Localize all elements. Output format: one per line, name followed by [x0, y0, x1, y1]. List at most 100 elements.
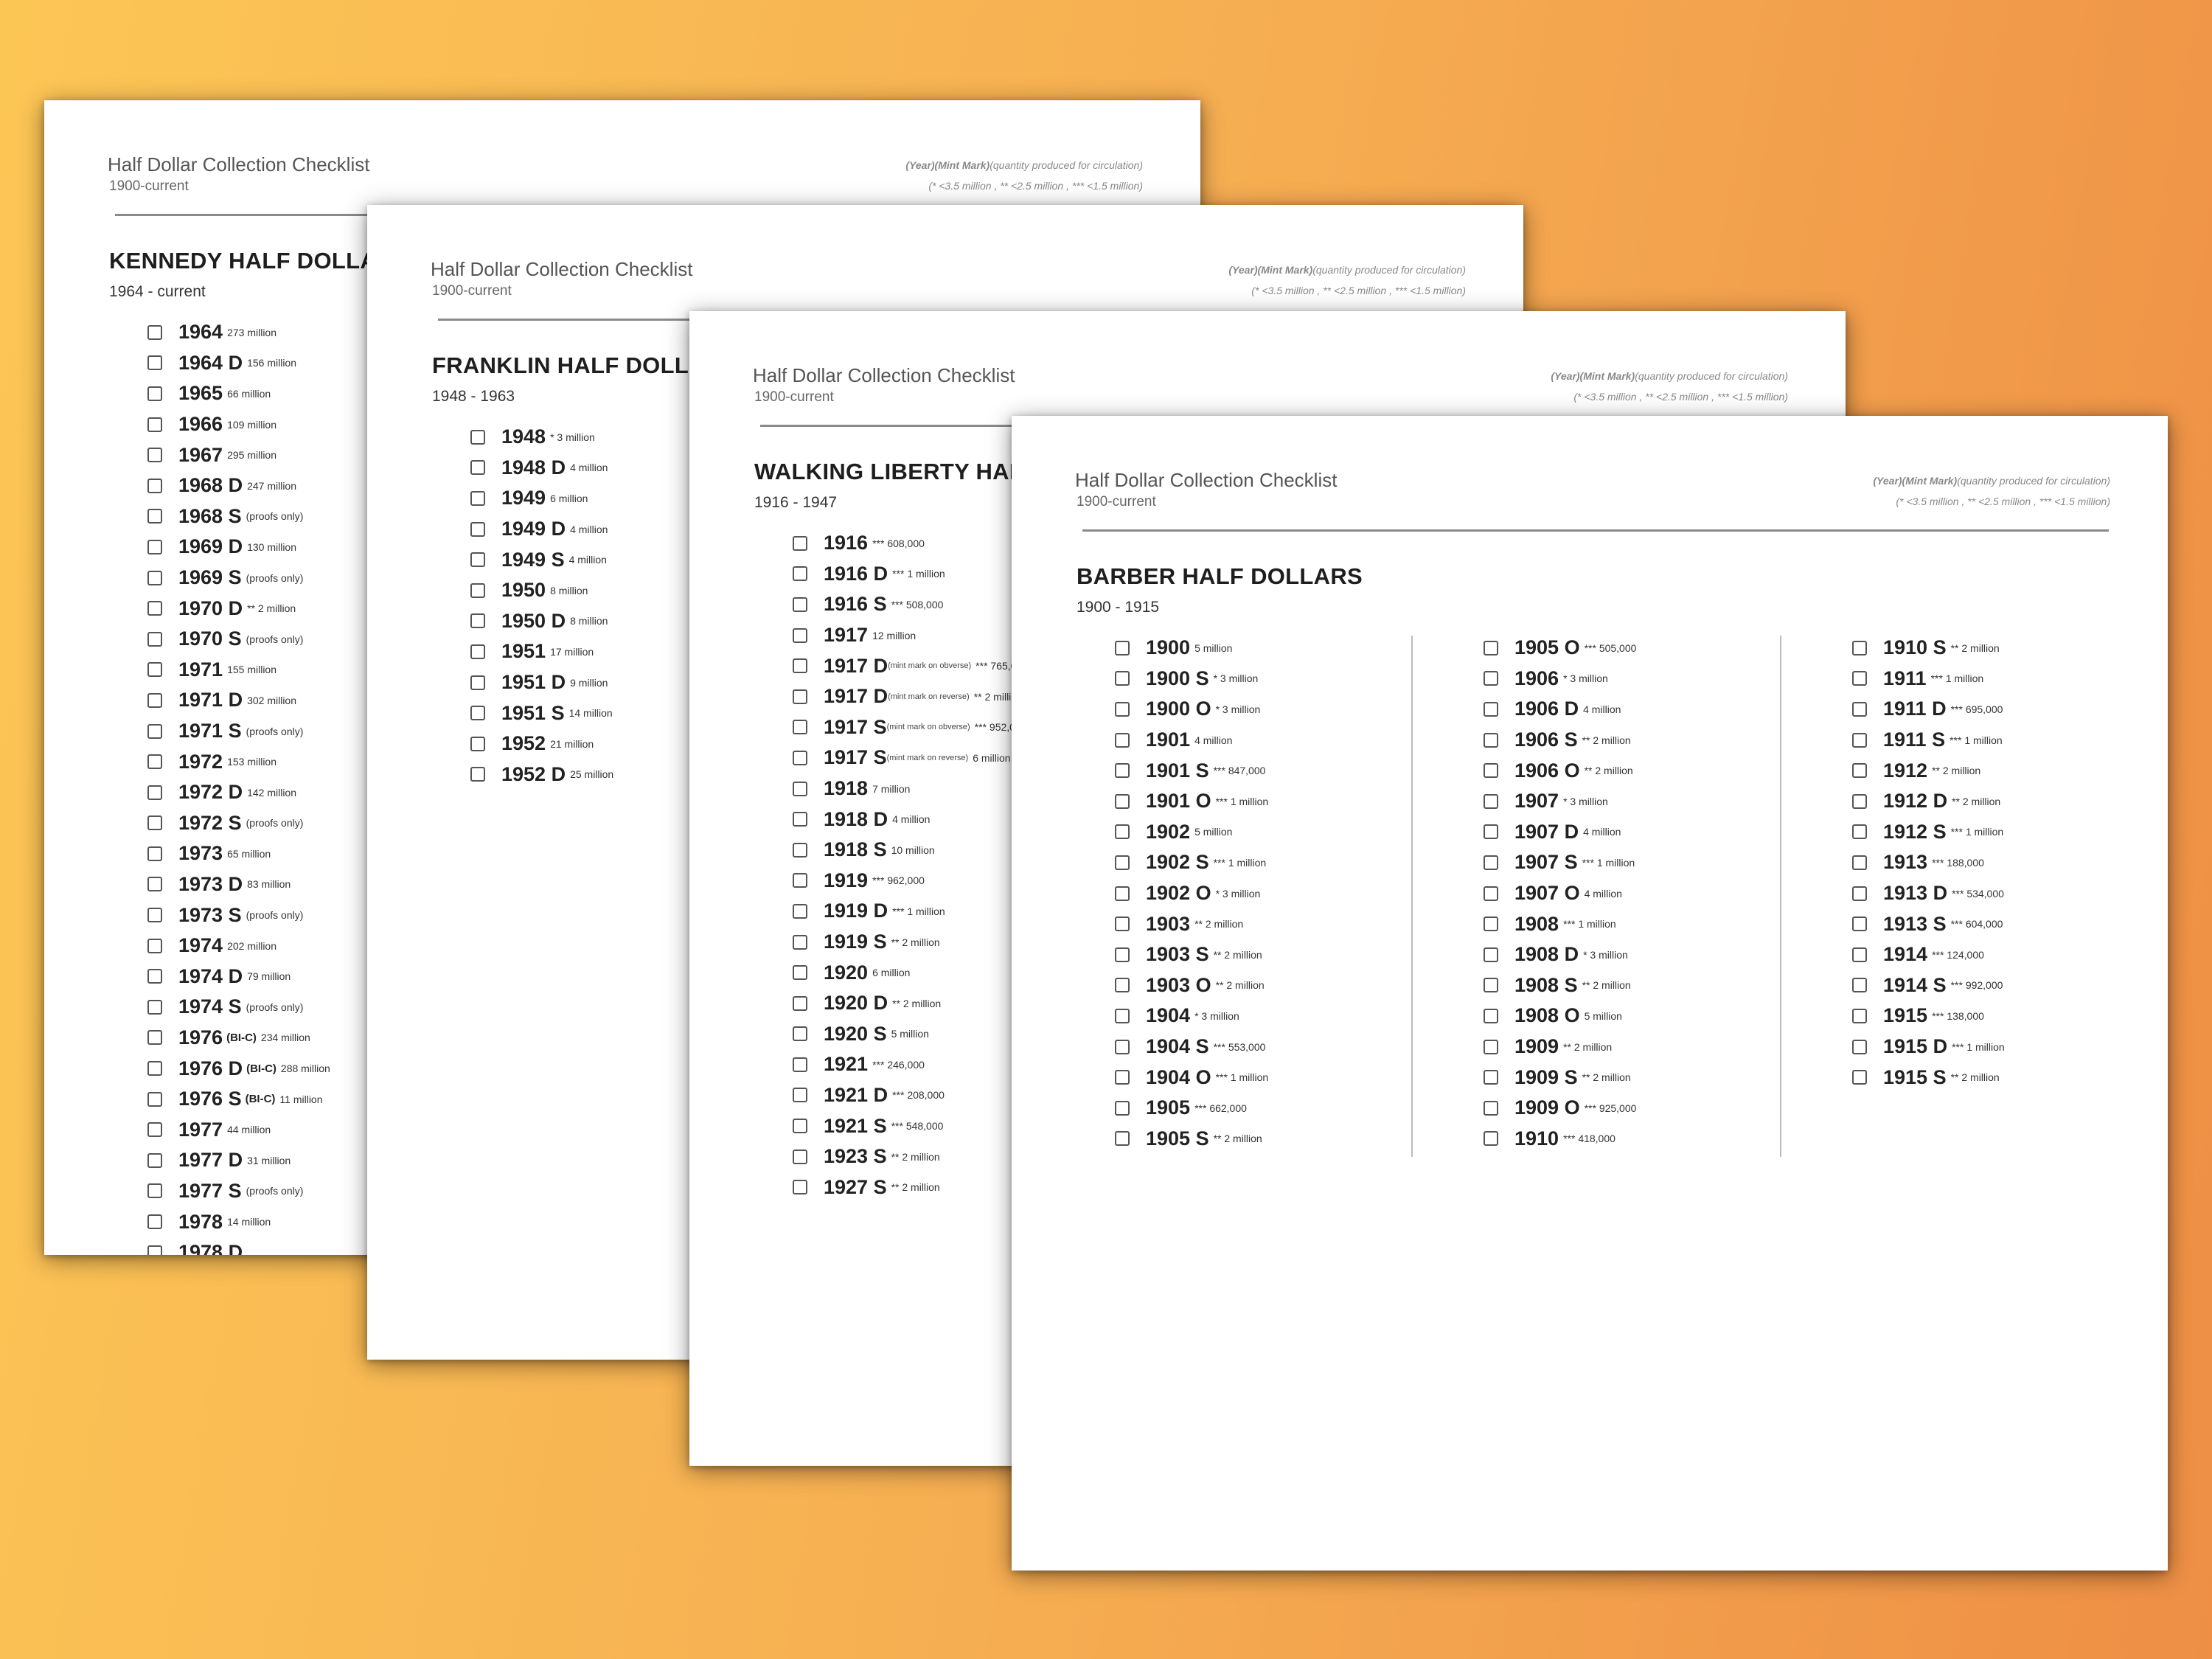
- checkbox[interactable]: [1852, 917, 1867, 932]
- checkbox[interactable]: [470, 644, 485, 659]
- checkbox[interactable]: [793, 627, 807, 643]
- checkbox[interactable]: [1115, 978, 1130, 993]
- checkbox[interactable]: [1115, 1100, 1130, 1116]
- checkbox[interactable]: [147, 1214, 162, 1230]
- checkbox[interactable]: [147, 938, 162, 953]
- checkbox[interactable]: [470, 429, 485, 445]
- checkbox[interactable]: [793, 566, 807, 582]
- checkbox[interactable]: [793, 812, 807, 827]
- checkbox[interactable]: [470, 767, 485, 782]
- checkbox[interactable]: [1484, 855, 1498, 870]
- checkbox[interactable]: [1852, 978, 1867, 993]
- checkbox[interactable]: [793, 658, 807, 674]
- checkbox[interactable]: [793, 903, 807, 919]
- checkbox[interactable]: [470, 736, 485, 751]
- checkbox[interactable]: [470, 613, 485, 629]
- checkbox[interactable]: [147, 908, 162, 923]
- checkbox[interactable]: [793, 781, 807, 796]
- checkbox[interactable]: [147, 1061, 162, 1077]
- checkbox[interactable]: [147, 815, 162, 831]
- checkbox[interactable]: [1115, 732, 1130, 748]
- checkbox[interactable]: [147, 969, 162, 984]
- checkbox[interactable]: [147, 1152, 162, 1168]
- checkbox[interactable]: [1484, 1131, 1498, 1147]
- checkbox[interactable]: [793, 689, 807, 704]
- checkbox[interactable]: [1484, 824, 1498, 840]
- checkbox[interactable]: [1115, 855, 1130, 870]
- checkbox[interactable]: [793, 750, 807, 765]
- checkbox[interactable]: [1852, 701, 1867, 717]
- checkbox[interactable]: [793, 1088, 807, 1103]
- checkbox[interactable]: [147, 1091, 162, 1107]
- checkbox[interactable]: [1852, 886, 1867, 901]
- checkbox[interactable]: [793, 965, 807, 981]
- checkbox[interactable]: [1115, 1039, 1130, 1054]
- checkbox[interactable]: [1484, 701, 1498, 717]
- checkbox[interactable]: [1852, 1008, 1867, 1023]
- checkbox[interactable]: [1484, 917, 1498, 932]
- checkbox[interactable]: [1852, 855, 1867, 870]
- checkbox[interactable]: [1115, 917, 1130, 932]
- checkbox[interactable]: [470, 675, 485, 690]
- checkbox[interactable]: [470, 521, 485, 537]
- checkbox[interactable]: [147, 999, 162, 1015]
- checkbox[interactable]: [1484, 763, 1498, 779]
- checkbox[interactable]: [147, 846, 162, 861]
- checkbox[interactable]: [1484, 978, 1498, 993]
- checkbox[interactable]: [147, 723, 162, 739]
- checkbox[interactable]: [793, 1119, 807, 1134]
- checkbox[interactable]: [793, 934, 807, 950]
- checkbox[interactable]: [147, 631, 162, 647]
- checkbox[interactable]: [793, 842, 807, 858]
- checkbox[interactable]: [1484, 947, 1498, 962]
- checkbox[interactable]: [793, 1057, 807, 1072]
- checkbox[interactable]: [1484, 640, 1498, 655]
- checkbox[interactable]: [147, 417, 162, 432]
- checkbox[interactable]: [793, 1026, 807, 1042]
- checkbox[interactable]: [793, 1180, 807, 1195]
- checkbox[interactable]: [1115, 701, 1130, 717]
- checkbox[interactable]: [147, 785, 162, 800]
- checkbox[interactable]: [1484, 793, 1498, 809]
- checkbox[interactable]: [1852, 947, 1867, 962]
- checkbox[interactable]: [1852, 671, 1867, 686]
- checkbox[interactable]: [1852, 763, 1867, 779]
- checkbox[interactable]: [147, 754, 162, 770]
- checkbox[interactable]: [1115, 640, 1130, 655]
- checkbox[interactable]: [793, 995, 807, 1011]
- checkbox[interactable]: [1852, 1039, 1867, 1054]
- checkbox[interactable]: [1115, 1131, 1130, 1147]
- checkbox[interactable]: [1115, 1070, 1130, 1085]
- checkbox[interactable]: [470, 552, 485, 568]
- checkbox[interactable]: [147, 1183, 162, 1199]
- checkbox[interactable]: [147, 355, 162, 371]
- checkbox[interactable]: [470, 706, 485, 721]
- checkbox[interactable]: [147, 1030, 162, 1046]
- checkbox[interactable]: [147, 448, 162, 463]
- checkbox[interactable]: [1115, 671, 1130, 686]
- checkbox[interactable]: [793, 720, 807, 735]
- checkbox[interactable]: [147, 324, 162, 340]
- checkbox[interactable]: [470, 460, 485, 476]
- checkbox[interactable]: [1484, 886, 1498, 901]
- checkbox[interactable]: [147, 539, 162, 554]
- checkbox[interactable]: [147, 386, 162, 401]
- checkbox[interactable]: [470, 582, 485, 598]
- checkbox[interactable]: [793, 1149, 807, 1164]
- checkbox[interactable]: [147, 692, 162, 708]
- checkbox[interactable]: [1115, 763, 1130, 779]
- checkbox[interactable]: [147, 601, 162, 616]
- checkbox[interactable]: [793, 535, 807, 551]
- checkbox[interactable]: [1852, 640, 1867, 655]
- checkbox[interactable]: [793, 597, 807, 612]
- checkbox[interactable]: [1852, 1070, 1867, 1085]
- checkbox[interactable]: [1115, 1008, 1130, 1023]
- checkbox[interactable]: [1484, 671, 1498, 686]
- checkbox[interactable]: [1115, 947, 1130, 962]
- checkbox[interactable]: [147, 1122, 162, 1138]
- checkbox[interactable]: [1484, 1070, 1498, 1085]
- checkbox[interactable]: [793, 873, 807, 888]
- checkbox[interactable]: [1484, 1008, 1498, 1023]
- checkbox[interactable]: [147, 509, 162, 524]
- checkbox[interactable]: [147, 478, 162, 493]
